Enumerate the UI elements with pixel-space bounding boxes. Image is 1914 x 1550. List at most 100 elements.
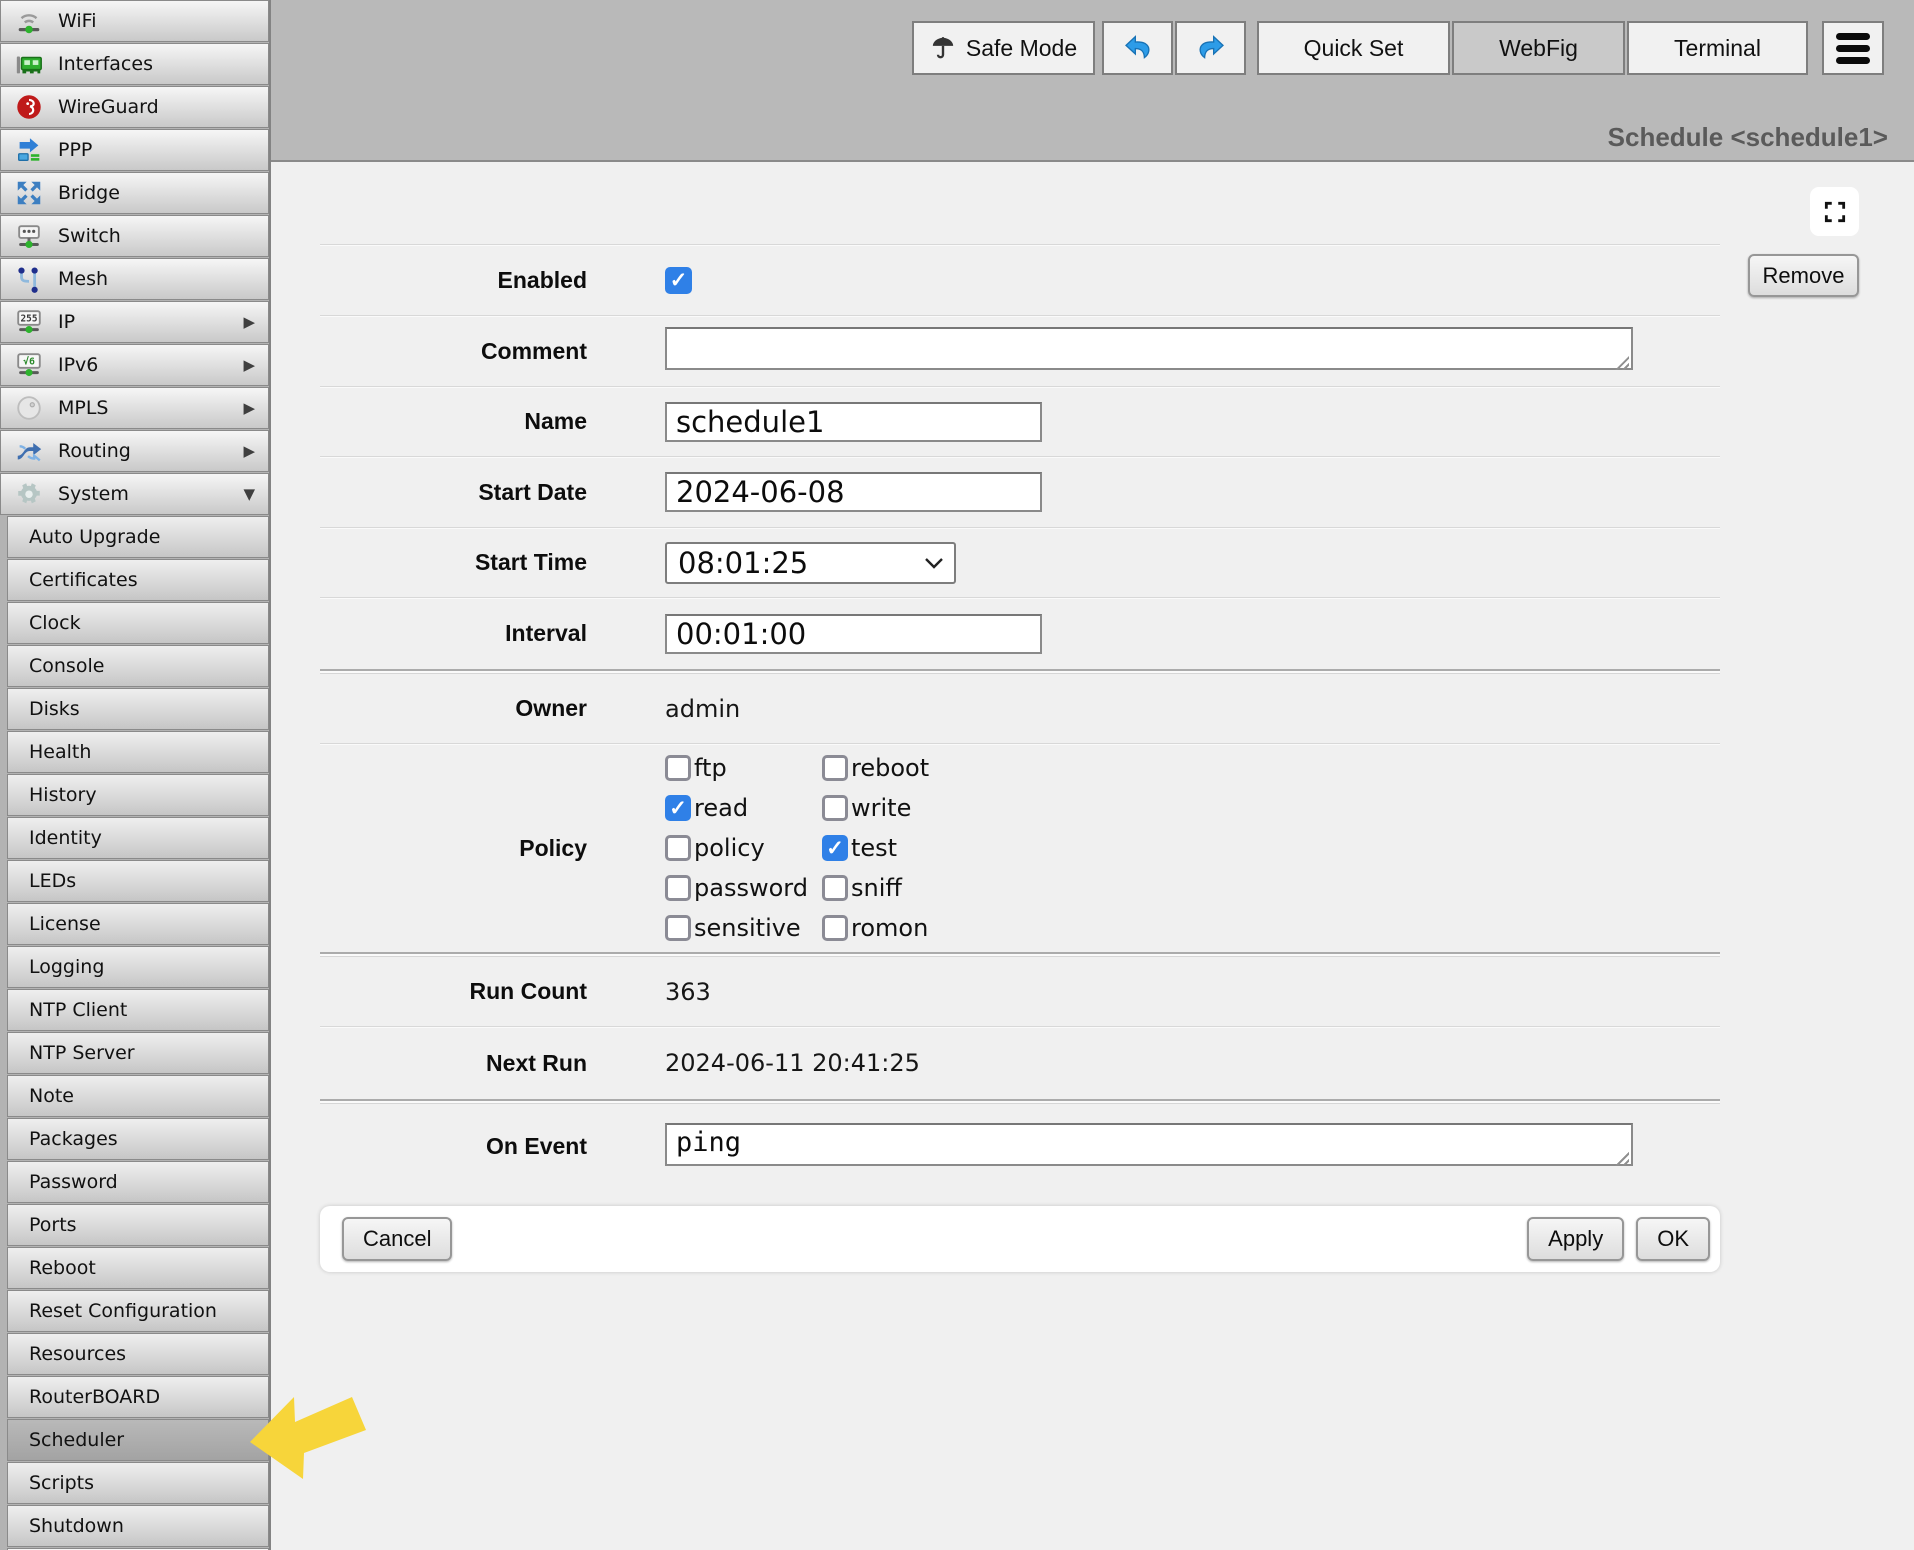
on-event-row: On Event ping [320, 1104, 1720, 1189]
enabled-checkbox[interactable] [665, 267, 692, 294]
sidebar-item-label: Clock [29, 612, 81, 634]
chevron-down-icon: ▼ [243, 485, 255, 503]
fullscreen-button[interactable] [1810, 187, 1859, 236]
start-date-input[interactable] [665, 472, 1042, 512]
bridge-icon [13, 177, 45, 209]
sidebar-item-label: LEDs [29, 870, 76, 892]
sidebar-item-logging[interactable]: Logging [7, 946, 269, 988]
next-run-row: Next Run 2024-06-11 20:41:25 [320, 1026, 1720, 1099]
sidebar-item-password[interactable]: Password [7, 1161, 269, 1203]
policy-option-test: test [822, 834, 929, 862]
chevron-down-icon [924, 557, 944, 571]
ipv6-icon: √6 [13, 349, 45, 381]
sidebar-item-health[interactable]: Health [7, 731, 269, 773]
reboot-checkbox[interactable] [822, 755, 848, 781]
policy-option-sniff: sniff [822, 874, 929, 902]
sidebar-item-ppp[interactable]: PPP [0, 129, 269, 171]
start-time-select[interactable]: 08:01:25 [665, 542, 956, 584]
sidebar-item-license[interactable]: License [7, 903, 269, 945]
start-time-row: Start Time 08:01:25 [320, 527, 1720, 597]
page-title: Schedule <schedule1> [1608, 122, 1888, 153]
sidebar-item-interfaces[interactable]: Interfaces [0, 43, 269, 85]
sidebar-item-label: Note [29, 1085, 74, 1107]
sidebar-item-ports[interactable]: Ports [7, 1204, 269, 1246]
sidebar-item-scripts[interactable]: Scripts [7, 1462, 269, 1504]
tab-terminal[interactable]: Terminal [1627, 21, 1808, 75]
policy-checkbox[interactable] [665, 835, 691, 861]
quick-set-label: Quick Set [1304, 35, 1404, 62]
safe-mode-label: Safe Mode [966, 35, 1077, 62]
sniff-checkbox[interactable] [822, 875, 848, 901]
sidebar-item-mesh[interactable]: Mesh [0, 258, 269, 300]
routing-icon [13, 435, 45, 467]
sidebar-item-ntp-server[interactable]: NTP Server [7, 1032, 269, 1074]
sidebar-item-mpls[interactable]: MPLS▶ [0, 387, 269, 429]
sidebar-item-disks[interactable]: Disks [7, 688, 269, 730]
tab-webfig[interactable]: WebFig [1452, 21, 1625, 75]
redo-button[interactable] [1175, 21, 1246, 75]
sidebar-item-leds[interactable]: LEDs [7, 860, 269, 902]
interval-input[interactable] [665, 614, 1042, 654]
svg-text:255: 255 [21, 314, 38, 325]
ok-button[interactable]: OK [1636, 1217, 1710, 1261]
write-checkbox[interactable] [822, 795, 848, 821]
safe-mode-button[interactable]: Safe Mode [912, 21, 1095, 75]
sidebar-item-label: Resources [29, 1343, 126, 1365]
sidebar-item-identity[interactable]: Identity [7, 817, 269, 859]
sidebar-item-reset-configuration[interactable]: Reset Configuration [7, 1290, 269, 1332]
sidebar-item-label: Auto Upgrade [29, 526, 160, 548]
sidebar-item-auto-upgrade[interactable]: Auto Upgrade [7, 516, 269, 558]
sidebar-item-label: License [29, 913, 101, 935]
read-checkbox[interactable] [665, 795, 691, 821]
sidebar-item-scheduler[interactable]: Scheduler [7, 1419, 269, 1461]
sidebar-item-label: Reboot [29, 1257, 96, 1279]
owner-label: Owner [320, 695, 587, 722]
sidebar-item-reboot[interactable]: Reboot [7, 1247, 269, 1289]
ip-icon: 255 [13, 306, 45, 338]
sensitive-checkbox[interactable] [665, 915, 691, 941]
romon-checkbox[interactable] [822, 915, 848, 941]
policy-option-reboot: reboot [822, 754, 929, 782]
policy-grid: ftprebootreadwritepolicytestpasswordsnif… [665, 742, 929, 954]
hamburger-icon [1836, 33, 1870, 40]
sidebar-item-label: Switch [58, 225, 121, 247]
sidebar-item-packages[interactable]: Packages [7, 1118, 269, 1160]
undo-button[interactable] [1102, 21, 1173, 75]
form-top-spacer [320, 162, 1720, 244]
sidebar-item-resources[interactable]: Resources [7, 1333, 269, 1375]
sidebar-item-label: Certificates [29, 569, 138, 591]
sidebar-item-routerboard[interactable]: RouterBOARD [7, 1376, 269, 1418]
tab-quick-set[interactable]: Quick Set [1257, 21, 1450, 75]
sidebar-item-shutdown[interactable]: Shutdown [7, 1505, 269, 1547]
sidebar-item-system[interactable]: System▼ [0, 473, 269, 515]
sidebar-item-wireguard[interactable]: WireGuard [0, 86, 269, 128]
sidebar-item-clock[interactable]: Clock [7, 602, 269, 644]
sidebar-item-bridge[interactable]: Bridge [0, 172, 269, 214]
apply-button[interactable]: Apply [1527, 1217, 1624, 1261]
sidebar-item-ipv6[interactable]: √6IPv6▶ [0, 344, 269, 386]
sidebar-item-switch[interactable]: Switch [0, 215, 269, 257]
ftp-checkbox[interactable] [665, 755, 691, 781]
sidebar-item-label: History [29, 784, 97, 806]
sidebar-item-label: Scripts [29, 1472, 94, 1494]
interval-label: Interval [320, 620, 587, 647]
remove-button[interactable]: Remove [1748, 254, 1859, 297]
sidebar-item-ip[interactable]: 255IP▶ [0, 301, 269, 343]
sidebar-item-wifi[interactable]: WiFi [0, 0, 269, 42]
test-checkbox[interactable] [822, 835, 848, 861]
comment-input[interactable] [665, 327, 1633, 370]
sidebar-item-note[interactable]: Note [7, 1075, 269, 1117]
checkbox-label: ftp [694, 754, 727, 782]
sidebar-item-history[interactable]: History [7, 774, 269, 816]
sidebar-item-certificates[interactable]: Certificates [7, 559, 269, 601]
sidebar-item-label: NTP Client [29, 999, 127, 1021]
hamburger-menu-button[interactable] [1822, 21, 1884, 75]
password-checkbox[interactable] [665, 875, 691, 901]
sidebar-item-routing[interactable]: Routing▶ [0, 430, 269, 472]
mpls-icon [13, 392, 45, 424]
sidebar-item-ntp-client[interactable]: NTP Client [7, 989, 269, 1031]
sidebar-item-console[interactable]: Console [7, 645, 269, 687]
on-event-input[interactable]: ping [665, 1123, 1633, 1166]
cancel-button[interactable]: Cancel [342, 1217, 452, 1261]
name-input[interactable] [665, 402, 1042, 442]
